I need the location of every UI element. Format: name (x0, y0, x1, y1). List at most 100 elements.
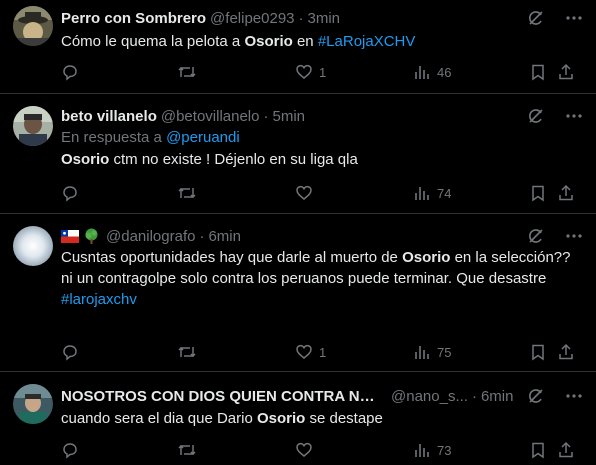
tweet-hashtag-line: #larojaxchv (61, 289, 584, 310)
highlighted-term: Osorio (256, 410, 306, 427)
share-icon (557, 63, 575, 81)
share-button[interactable] (557, 63, 575, 81)
views-button[interactable]: 46 (413, 63, 451, 81)
grok-icon[interactable] (526, 106, 546, 126)
retweet-icon (177, 63, 197, 81)
share-button[interactable] (557, 184, 575, 202)
views-icon (413, 343, 431, 361)
reply-button[interactable] (61, 184, 85, 202)
display-name[interactable]: beto villanelo (61, 108, 157, 125)
tweet-1[interactable]: Perro con Sombrero @felipe0293 · 3min Có… (0, 0, 596, 94)
tweet-text: Osorio ctm no existe ! Déjenlo en su lig… (61, 149, 584, 170)
reply-icon (61, 63, 79, 81)
reply-button[interactable] (61, 343, 85, 361)
hashtag-link[interactable]: #LaRojaXCHV (318, 33, 416, 50)
bookmark-button[interactable] (529, 343, 547, 361)
retweet-icon (177, 441, 197, 459)
display-name[interactable]: Perro con Sombrero (61, 10, 206, 27)
share-button[interactable] (557, 441, 575, 459)
reply-button[interactable] (61, 63, 85, 81)
tweet-4[interactable]: NOSOTROS CON DIOS QUIEN CONTRA NOS... @n… (0, 372, 596, 465)
timestamp[interactable]: 6min (208, 228, 241, 245)
retweet-button[interactable] (177, 343, 203, 361)
chile-flag-icon (61, 229, 79, 243)
views-icon (413, 63, 431, 81)
tweet-content: Perro con Sombrero @felipe0293 · 3min Có… (61, 8, 584, 52)
share-icon (557, 184, 575, 202)
timestamp[interactable]: 5min (272, 108, 305, 125)
views-icon (413, 441, 431, 459)
tweet-text-part: se destape (305, 410, 383, 427)
bookmark-icon (529, 343, 547, 361)
bookmark-button[interactable] (529, 63, 547, 81)
separator-dot: · (199, 227, 205, 245)
like-button[interactable] (295, 441, 319, 459)
views-count: 73 (437, 442, 452, 458)
tweet-text-part: en (292, 33, 318, 50)
more-icon[interactable] (564, 226, 584, 246)
timestamp[interactable]: 6min (481, 388, 514, 405)
views-button[interactable]: 74 (413, 184, 451, 202)
more-icon[interactable] (564, 106, 584, 126)
share-button[interactable] (557, 343, 575, 361)
bookmark-button[interactable] (529, 184, 547, 202)
reply-handle-link[interactable]: @peruandi (166, 129, 240, 146)
tweet-header-actions (526, 386, 584, 406)
like-button[interactable]: 1 (295, 343, 326, 361)
tweet-3[interactable]: @danilografo · 6min Cusntas oportunidade… (0, 214, 596, 372)
user-handle[interactable]: @danilografo (106, 228, 195, 245)
user-handle[interactable]: @betovillanelo (161, 108, 260, 125)
views-count: 46 (437, 64, 452, 80)
grok-icon[interactable] (526, 386, 546, 406)
views-count: 74 (437, 185, 452, 201)
more-icon[interactable] (564, 386, 584, 406)
hashtag-link[interactable]: #larojaxchv (61, 291, 137, 308)
like-count: 1 (319, 344, 327, 360)
separator-dot: · (298, 9, 304, 27)
avatar[interactable] (13, 6, 53, 46)
reply-prefix: En respuesta a (61, 129, 167, 146)
like-count: 1 (319, 64, 327, 80)
tweet-actions: 73 (61, 440, 584, 460)
user-handle[interactable]: @felipe0293 (210, 10, 294, 27)
like-icon (295, 343, 313, 361)
display-name[interactable]: NOSOTROS CON DIOS QUIEN CONTRA NOS... (61, 388, 381, 405)
tweet-content: NOSOTROS CON DIOS QUIEN CONTRA NOS... @n… (61, 386, 584, 429)
retweet-button[interactable] (177, 184, 203, 202)
tweet-actions: 74 (61, 183, 584, 203)
tweet-header-actions (526, 8, 584, 28)
highlighted-term: Osorio (402, 249, 451, 266)
like-button[interactable]: 1 (295, 63, 326, 81)
avatar[interactable] (13, 384, 53, 424)
tweet-text-part: cuando sera el dia que Dario (61, 410, 257, 427)
bookmark-icon (529, 184, 547, 202)
like-button[interactable] (295, 184, 319, 202)
bookmark-button[interactable] (529, 441, 547, 459)
reply-icon (61, 441, 79, 459)
highlighted-term: Osorio (244, 33, 293, 50)
share-icon (557, 343, 575, 361)
tweet-2[interactable]: beto villanelo @betovillanelo · 5min En … (0, 94, 596, 214)
avatar[interactable] (13, 106, 53, 146)
avatar[interactable] (13, 226, 53, 266)
grok-icon[interactable] (526, 8, 546, 28)
grok-icon[interactable] (526, 226, 546, 246)
tweet-content: beto villanelo @betovillanelo · 5min En … (61, 106, 584, 170)
tweet-feed: Perro con Sombrero @felipe0293 · 3min Có… (0, 0, 596, 465)
tweet-actions: 1 46 (61, 62, 584, 82)
views-button[interactable]: 75 (413, 343, 451, 361)
bookmark-icon (529, 441, 547, 459)
like-icon (295, 63, 313, 81)
tweet-header: @danilografo · 6min (61, 226, 584, 246)
more-icon[interactable] (564, 8, 584, 28)
retweet-icon (177, 184, 197, 202)
user-handle[interactable]: @nano_s... (391, 388, 468, 405)
tweet-text: Cusntas oportunidades hay que darle al m… (61, 247, 584, 289)
retweet-button[interactable] (177, 63, 203, 81)
reply-button[interactable] (61, 441, 85, 459)
retweet-button[interactable] (177, 441, 203, 459)
bookmark-icon (529, 63, 547, 81)
timestamp[interactable]: 3min (308, 10, 341, 27)
views-button[interactable]: 73 (413, 441, 451, 459)
reply-context: En respuesta a @peruandi (61, 128, 584, 148)
